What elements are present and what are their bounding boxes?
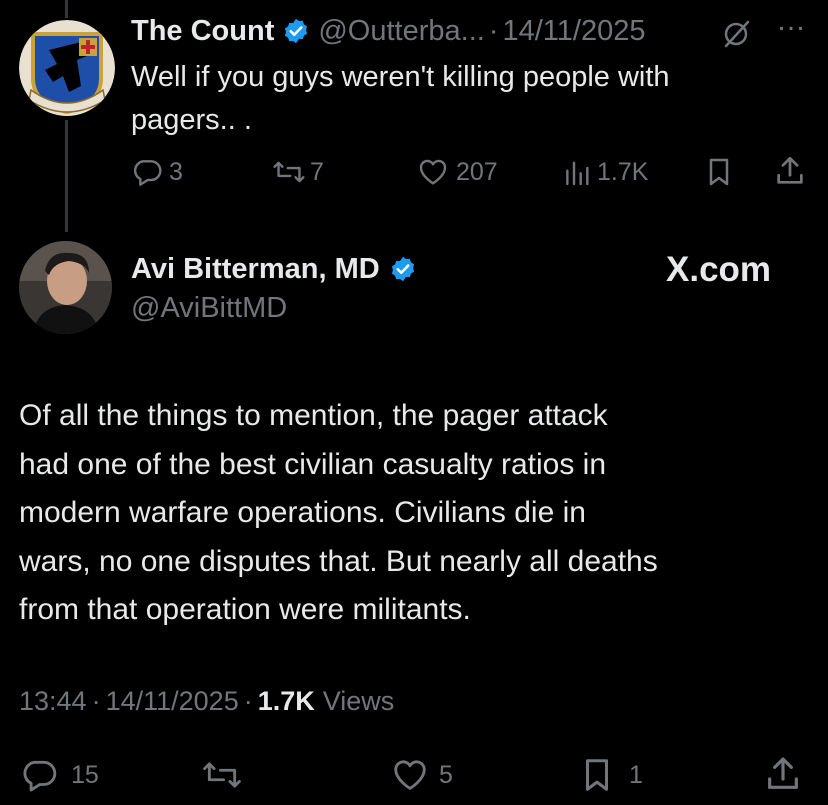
- main-date[interactable]: 14/11/2025: [106, 686, 239, 717]
- main-reply-button[interactable]: 15: [19, 756, 99, 794]
- parent-views-button[interactable]: 1.7K: [561, 156, 648, 188]
- main-time[interactable]: 13:44: [19, 686, 87, 717]
- parent-bookmark-button[interactable]: [703, 156, 735, 188]
- main-repost-button[interactable]: [200, 756, 244, 794]
- repost-icon: [203, 762, 241, 788]
- share-icon: [777, 156, 803, 184]
- main-like-button[interactable]: 5: [389, 756, 453, 794]
- header-separator: ·: [488, 14, 499, 47]
- main-bookmark-button[interactable]: 1: [577, 756, 643, 794]
- main-text-line-3: modern warfare operations. Civilians die…: [19, 496, 586, 530]
- heart-icon: [419, 159, 447, 185]
- parent-like-button[interactable]: 207: [416, 156, 498, 188]
- main-tweet-meta: 13:44 · 14/11/2025 · 1.7K Views: [19, 686, 394, 717]
- parent-tweet-text: Well if you guys weren't killing people …: [131, 56, 670, 142]
- parent-repost-count: 7: [310, 157, 324, 186]
- main-handle[interactable]: @AviBittMD: [131, 292, 287, 325]
- main-tweet-header: Avi Bitterman, MD: [131, 250, 417, 288]
- main-views-count[interactable]: 1.7K: [258, 686, 315, 717]
- share-icon: [768, 757, 798, 789]
- profile-photo-image: [19, 241, 112, 334]
- grok-slash-icon[interactable]: [720, 16, 754, 50]
- parent-reply-button[interactable]: 3: [131, 156, 183, 188]
- parent-date[interactable]: 14/11/2025: [502, 15, 645, 48]
- main-bookmark-count: 1: [629, 760, 643, 789]
- reply-icon: [23, 760, 57, 792]
- parent-share-button[interactable]: [773, 154, 807, 188]
- main-tweet-text: Of all the things to mention, the pager …: [19, 392, 658, 635]
- main-reply-count: 15: [71, 760, 99, 789]
- parent-tweet-header: The Count @Outterba... · 14/11/2025: [131, 12, 645, 50]
- main-views-label: Views: [322, 686, 395, 716]
- parent-display-name[interactable]: The Count: [131, 15, 274, 48]
- main-text-line-5: from that operation were militants.: [19, 593, 471, 627]
- thread-line: [65, 0, 68, 18]
- main-text-line-1: Of all the things to mention, the pager …: [19, 399, 608, 432]
- more-options-icon[interactable]: …: [776, 4, 807, 38]
- repost-icon: [273, 161, 305, 183]
- meta-dot: ·: [91, 686, 101, 716]
- meta-dot: ·: [243, 686, 253, 716]
- parent-text-line-2: pagers.. .: [131, 104, 252, 136]
- parent-views-count: 1.7K: [597, 157, 649, 186]
- thread-connector: [65, 120, 68, 232]
- heart-icon: [394, 760, 426, 790]
- parent-handle[interactable]: @Outterba...: [318, 15, 484, 48]
- parent-text-line-1: Well if you guys weren't killing people …: [131, 61, 670, 93]
- parent-reply-count: 3: [169, 157, 183, 186]
- avatar-avi-bitterman[interactable]: [19, 241, 112, 334]
- views-chart-icon: [566, 161, 589, 186]
- main-display-name[interactable]: Avi Bitterman, MD: [131, 253, 380, 286]
- reply-icon: [133, 160, 162, 186]
- main-text-line-2: had one of the best civilian casualty ra…: [19, 447, 607, 481]
- parent-like-count: 207: [456, 157, 498, 186]
- bookmark-icon: [709, 158, 729, 186]
- main-share-button[interactable]: [762, 754, 804, 794]
- x-com-logo: X.com: [666, 250, 772, 289]
- avatar-the-count[interactable]: [19, 20, 115, 116]
- parent-repost-button[interactable]: 7: [272, 156, 324, 188]
- bookmark-icon: [585, 759, 609, 791]
- main-text-line-4: wars, no one disputes that. But nearly a…: [19, 544, 658, 578]
- main-like-count: 5: [439, 760, 453, 789]
- verified-badge-icon: [282, 17, 310, 45]
- verified-badge-icon: [389, 255, 417, 283]
- coat-of-arms-avatar-image: [19, 20, 115, 116]
